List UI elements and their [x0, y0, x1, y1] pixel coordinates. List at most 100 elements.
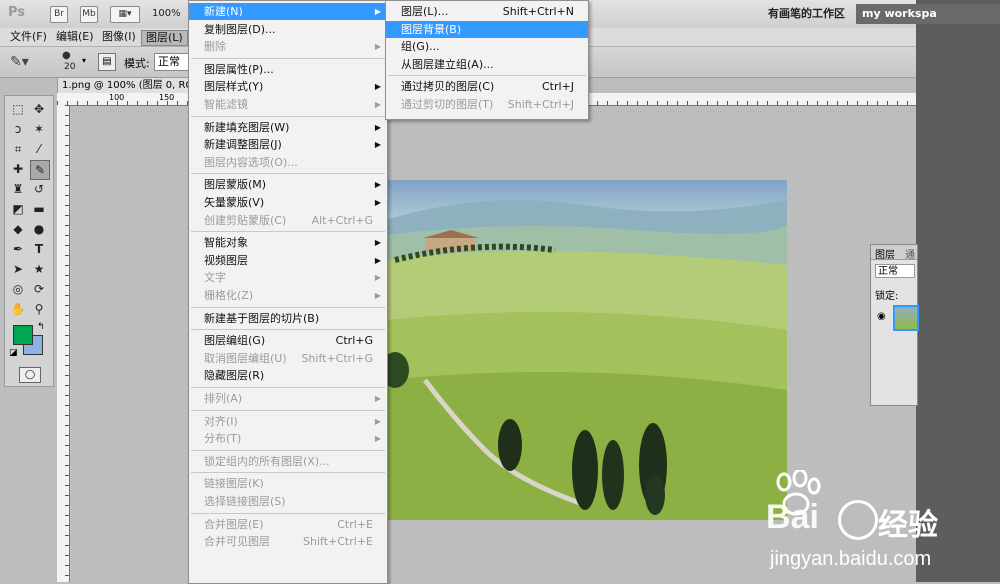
- menu-image[interactable]: 图像(I): [98, 30, 140, 44]
- layer-thumbnail[interactable]: [893, 305, 919, 331]
- menu-file[interactable]: 文件(F): [6, 30, 51, 44]
- hand-tool-icon[interactable]: ✋: [9, 300, 27, 318]
- zoom-tool-icon[interactable]: ⚲: [30, 300, 48, 318]
- brush-preset-icon[interactable]: ●: [62, 50, 71, 61]
- eraser-icon[interactable]: ◩: [9, 200, 27, 218]
- layer-menu-item[interactable]: 图层样式(Y) ▶: [189, 78, 387, 95]
- mini-bridge-button[interactable]: Mb: [80, 6, 98, 23]
- layer-menu-item[interactable]: 锁定组内的所有图层(X)...: [189, 453, 387, 470]
- view-extras-button[interactable]: ▦▾: [110, 6, 140, 23]
- menu-separator: [191, 387, 385, 388]
- layer-menu-item-label: 文字: [204, 271, 226, 285]
- lasso-tool-icon[interactable]: ↄ: [9, 120, 27, 138]
- layer-menu-item[interactable]: 选择链接图层(S): [189, 493, 387, 510]
- history-brush-icon[interactable]: ↺: [30, 180, 48, 198]
- vertical-ruler: [57, 105, 70, 582]
- blur-tool-icon[interactable]: ◆: [9, 220, 27, 238]
- default-colors-icon[interactable]: ◪: [9, 348, 18, 358]
- new-submenu-item[interactable]: 图层背景(B): [386, 20, 588, 38]
- layer-menu-item[interactable]: 新建填充图层(W) ▶: [189, 119, 387, 136]
- layer-menu-item-label: 图层编组(G): [204, 334, 266, 348]
- layer-menu-item[interactable]: 排列(A) ▶: [189, 390, 387, 407]
- layer-menu-item[interactable]: 新建基于图层的切片(B): [189, 310, 387, 327]
- layer-menu-item[interactable]: 图层蒙版(M) ▶: [189, 176, 387, 193]
- layer-menu-item[interactable]: 链接图层(K): [189, 475, 387, 492]
- layer-menu-item-label: 新建(N): [204, 5, 243, 18]
- layer-menu-item-shortcut: Ctrl+E: [337, 517, 373, 531]
- layer-menu-item-label: 创建剪贴蒙版(C): [204, 213, 287, 227]
- layer-menu-item[interactable]: 视频图层 ▶: [189, 252, 387, 269]
- layer-menu-item[interactable]: 矢量蒙版(V) ▶: [189, 194, 387, 211]
- type-tool-icon[interactable]: T: [30, 240, 48, 258]
- layer-menu-item[interactable]: 分布(T) ▶: [189, 430, 387, 447]
- brush-dropdown-icon[interactable]: ▾: [82, 56, 86, 65]
- layer-menu-item[interactable]: 合并可见图层 Shift+Ctrl+E: [189, 533, 387, 550]
- quick-mask-icon[interactable]: ◯: [19, 367, 41, 383]
- healing-brush-icon[interactable]: ✚: [9, 160, 27, 178]
- submenu-arrow-icon: ▶: [374, 434, 381, 444]
- clone-stamp-icon[interactable]: ♜: [9, 180, 27, 198]
- new-submenu-item[interactable]: 图层(L)... Shift+Ctrl+N: [386, 3, 588, 20]
- new-submenu-item[interactable]: 从图层建立组(A)...: [386, 56, 588, 73]
- layer-menu-item[interactable]: 栅格化(Z) ▶: [189, 287, 387, 304]
- layer-menu-item[interactable]: 删除 ▶: [189, 38, 387, 55]
- submenu-arrow-icon: ▶: [374, 238, 381, 248]
- layer-menu-item[interactable]: 取消图层编组(U) Shift+Ctrl+G: [189, 350, 387, 367]
- layer-menu-item[interactable]: 新建(N) ▶: [189, 3, 387, 20]
- bridge-button[interactable]: Br: [50, 6, 68, 23]
- layer-menu-item[interactable]: 智能对象 ▶: [189, 234, 387, 251]
- new-submenu: 图层(L)... Shift+Ctrl+N 图层背景(B) 组(G)... 从图层建立组…: [385, 0, 589, 120]
- path-select-icon[interactable]: ➤: [9, 260, 27, 278]
- shape-tool-icon[interactable]: ★: [30, 260, 48, 278]
- landscape-photo[interactable]: [385, 180, 787, 520]
- document-tab[interactable]: 1.png @ 100% (图层 0, RGB: [57, 77, 207, 93]
- mode-label: 模式:: [124, 57, 150, 70]
- marquee-tool-icon[interactable]: ⬚: [9, 100, 27, 118]
- workspace-brush[interactable]: 有画笔的工作区: [768, 4, 845, 24]
- 3d-orbit-icon[interactable]: ⟳: [30, 280, 48, 298]
- visibility-eye-icon[interactable]: ◉: [877, 311, 886, 322]
- new-submenu-item[interactable]: 通过剪切的图层(T) Shift+Ctrl+J: [386, 96, 588, 113]
- layer-menu-item[interactable]: 智能滤镜 ▶: [189, 96, 387, 113]
- layer-menu-item[interactable]: 隐藏图层(R): [189, 367, 387, 384]
- layer-menu-item[interactable]: 复制图层(D)...: [189, 21, 387, 38]
- move-tool-icon[interactable]: ✥: [30, 100, 48, 118]
- menu-layer[interactable]: 图层(L): [141, 30, 188, 46]
- menu-edit[interactable]: 编辑(E): [52, 30, 98, 44]
- new-submenu-item[interactable]: 通过拷贝的图层(C) Ctrl+J: [386, 78, 588, 95]
- layer-menu-item[interactable]: 图层内容选项(O)...: [189, 154, 387, 171]
- foreground-color-swatch[interactable]: [13, 325, 33, 345]
- submenu-arrow-icon: ▶: [374, 42, 381, 52]
- swap-colors-icon[interactable]: ↰: [37, 322, 45, 332]
- layer-menu-item[interactable]: 合并图层(E) Ctrl+E: [189, 516, 387, 533]
- crop-tool-icon[interactable]: ⌗: [9, 140, 27, 158]
- brush-tool-icon[interactable]: ✎▾: [10, 54, 29, 70]
- submenu-arrow-icon: ▶: [374, 140, 381, 150]
- layer-menu-item[interactable]: 对齐(I) ▶: [189, 413, 387, 430]
- submenu-arrow-icon: ▶: [374, 198, 381, 207]
- pen-tool-icon[interactable]: ✒: [9, 240, 27, 258]
- layer-menu-item[interactable]: 图层属性(P)...: [189, 61, 387, 78]
- eyedropper-icon[interactable]: ⁄: [30, 140, 48, 158]
- new-submenu-item[interactable]: 组(G)...: [386, 38, 588, 55]
- magic-wand-icon[interactable]: ✶: [30, 120, 48, 138]
- layer-menu-item-label: 矢量蒙版(V): [204, 196, 265, 209]
- layer-menu-item-label: 图层属性(P)...: [204, 62, 274, 76]
- zoom-level[interactable]: 100%: [152, 8, 181, 19]
- blend-mode-select[interactable]: 正常: [875, 264, 915, 278]
- layer-menu-item[interactable]: 新建调整图层(J) ▶: [189, 136, 387, 153]
- layer-menu-item[interactable]: 图层编组(G) Ctrl+G: [189, 332, 387, 349]
- brush-tool-icon[interactable]: ✎: [30, 160, 50, 180]
- gradient-icon[interactable]: ▬: [30, 200, 48, 218]
- layer-menu-item[interactable]: 文字 ▶: [189, 269, 387, 286]
- workspace-my[interactable]: my workspa: [856, 4, 1000, 24]
- channels-tab[interactable]: 通: [905, 246, 915, 261]
- menu-separator: [191, 173, 385, 175]
- 3d-rotate-icon[interactable]: ◎: [9, 280, 27, 298]
- dodge-tool-icon[interactable]: ●: [30, 220, 48, 238]
- layer-menu-item-shortcut: Shift+Ctrl+E: [303, 535, 373, 549]
- layer-menu-item[interactable]: 创建剪贴蒙版(C) Alt+Ctrl+G: [189, 212, 387, 229]
- brush-panel-icon[interactable]: ▤: [98, 53, 116, 71]
- submenu-arrow-icon: ▶: [374, 416, 381, 426]
- layers-tab[interactable]: 图层: [875, 246, 895, 261]
